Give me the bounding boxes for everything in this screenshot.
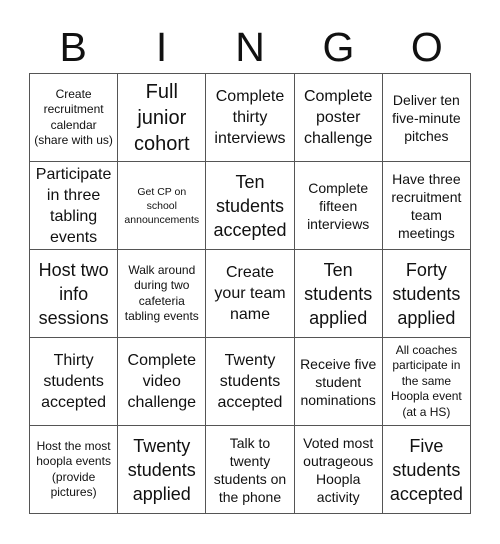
bingo-cell-r1-c5[interactable]: Deliver ten five-minute pitches — [382, 74, 471, 162]
bingo-cell-r2-c2[interactable]: Get CP on school announcements — [118, 162, 207, 250]
bingo-cell-r4-c3[interactable]: Twenty students accepted — [206, 338, 295, 426]
bingo-cell-r5-c5[interactable]: Five students accepted — [382, 426, 471, 514]
bingo-cell-r4-c2[interactable]: Complete video challenge — [118, 338, 207, 426]
bingo-cell-r1-c2[interactable]: Full junior cohort — [118, 74, 207, 162]
cell-text: Have three recruitment team meetings — [391, 170, 462, 241]
cell-text: Host two info sessions — [38, 259, 109, 328]
bingo-cell-r2-c3[interactable]: Ten students accepted — [206, 162, 295, 250]
bingo-cell-r3-c1[interactable]: Host two info sessions — [30, 250, 119, 338]
cell-text: Deliver ten five-minute pitches — [392, 91, 461, 144]
bingo-cell-r4-c1[interactable]: Thirty students accepted — [30, 338, 119, 426]
cell-text: Get CP on school announcements — [124, 185, 200, 226]
bingo-card-grid: Create recruitment calendar (share with … — [29, 73, 471, 514]
header-letter-b: B — [59, 24, 87, 70]
bingo-header: B I N G O — [29, 22, 471, 72]
header-letter-o: O — [410, 24, 443, 70]
cell-text: Ten students applied — [304, 259, 373, 328]
bingo-cell-r2-c5[interactable]: Have three recruitment team meetings — [382, 162, 471, 250]
cell-text: Receive five student nominations — [300, 355, 377, 408]
cell-text: Ten students accepted — [213, 171, 287, 240]
bingo-cell-r1-c3[interactable]: Complete thirty interviews — [206, 74, 295, 162]
bingo-cell-r2-c4[interactable]: Complete fifteen interviews — [294, 162, 383, 250]
cell-text: Participate in three tabling events — [35, 165, 112, 246]
bingo-cell-r1-c1[interactable]: Create recruitment calendar (share with … — [30, 74, 119, 162]
bingo-cell-r5-c3[interactable]: Talk to twenty students on the phone — [206, 426, 295, 514]
bingo-cell-r4-c4[interactable]: Receive five student nominations — [294, 338, 383, 426]
cell-text: Complete fifteen interviews — [307, 179, 370, 232]
cell-text: All coaches participate in the same Hoop… — [391, 342, 462, 419]
cell-text: Thirty students accepted — [41, 352, 107, 411]
cell-text: Complete thirty interviews — [214, 88, 286, 147]
bingo-cell-r3-c4[interactable]: Ten students applied — [294, 250, 383, 338]
bingo-cell-r1-c4[interactable]: Complete poster challenge — [294, 74, 383, 162]
header-letter-g: G — [322, 24, 355, 70]
bingo-cell-r5-c1[interactable]: Host the most hoopla events (provide pic… — [30, 426, 119, 514]
cell-text: Create recruitment calendar (share with … — [34, 86, 113, 148]
bingo-cell-r3-c3[interactable]: Create your team name — [206, 250, 295, 338]
bingo-cell-r3-c5[interactable]: Forty students applied — [382, 250, 471, 338]
bingo-cell-r5-c2[interactable]: Twenty students applied — [118, 426, 207, 514]
cell-text: Full junior cohort — [133, 80, 190, 155]
cell-text: Forty students applied — [392, 259, 461, 328]
bingo-cell-r3-c2[interactable]: Walk around during two cafeteria tabling… — [118, 250, 207, 338]
cell-text: Create your team name — [214, 264, 286, 323]
cell-text: Complete video challenge — [127, 352, 197, 411]
cell-text: Host the most hoopla events (provide pic… — [36, 438, 111, 500]
header-letter-i: I — [155, 24, 168, 70]
cell-text: Walk around during two cafeteria tabling… — [124, 262, 199, 324]
header-letter-n: N — [235, 24, 265, 70]
cell-text: Complete poster challenge — [303, 88, 373, 147]
cell-text: Twenty students accepted — [217, 352, 283, 411]
cell-text: Twenty students applied — [127, 435, 196, 504]
cell-text: Talk to twenty students on the phone — [213, 434, 287, 505]
bingo-cell-r4-c5[interactable]: All coaches participate in the same Hoop… — [382, 338, 471, 426]
cell-text: Five students accepted — [389, 435, 463, 504]
bingo-cell-r5-c4[interactable]: Voted most outrageous Hoopla activity — [294, 426, 383, 514]
cell-text: Voted most outrageous Hoopla activity — [303, 434, 374, 505]
bingo-cell-r2-c1[interactable]: Participate in three tabling events — [30, 162, 119, 250]
